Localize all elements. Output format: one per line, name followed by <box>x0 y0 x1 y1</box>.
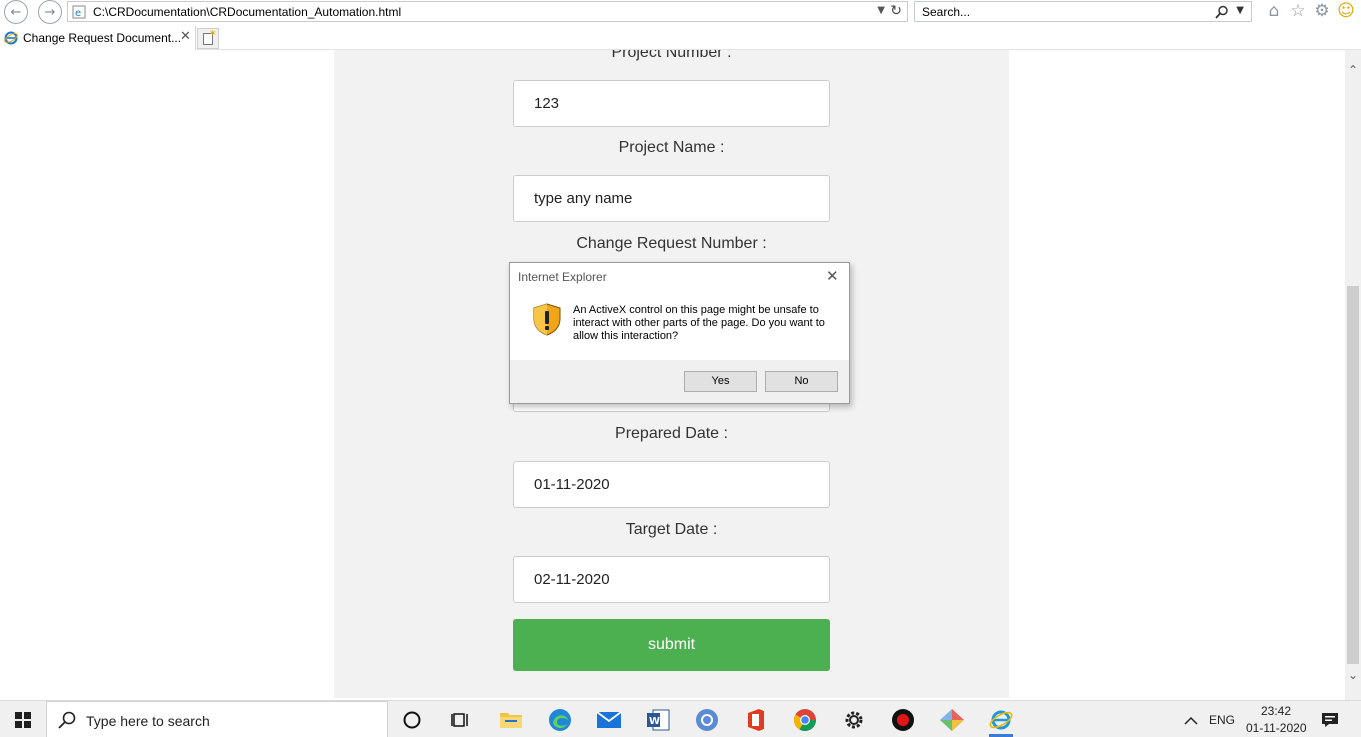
ie-logo-icon <box>4 31 18 45</box>
scroll-up-icon[interactable]: ⌃ <box>1345 63 1361 77</box>
taskbar-search[interactable]: Type here to search <box>46 701 388 737</box>
dialog-message: An ActiveX control on this page might be… <box>573 304 825 342</box>
favorites-star-icon[interactable]: ☆ <box>1287 0 1309 22</box>
mail-icon[interactable] <box>594 705 624 735</box>
language-indicator[interactable]: ENG <box>1209 713 1235 727</box>
warning-shield-icon <box>533 303 561 336</box>
project-name-input[interactable]: type any name <box>513 175 830 222</box>
browser-search-placeholder[interactable]: Search... <box>922 5 970 19</box>
scroll-thumb[interactable] <box>1347 286 1359 664</box>
dialog-titlebar: Internet Explorer ✕ <box>510 263 849 291</box>
taskbar-search-placeholder[interactable]: Type here to search <box>86 713 210 729</box>
recorder-icon[interactable] <box>888 705 918 735</box>
forward-icon[interactable]: → <box>38 0 62 24</box>
tab-bar: Change Request Document... ✕ ✶ <box>0 26 1361 50</box>
no-button[interactable]: No <box>765 371 838 392</box>
search-dropdown-icon[interactable]: ▼ <box>1236 5 1244 16</box>
new-tab-star-icon: ✶ <box>209 29 217 39</box>
cortana-icon[interactable] <box>397 705 427 735</box>
dialog-title: Internet Explorer <box>518 270 607 284</box>
word-icon[interactable]: W <box>643 705 673 735</box>
notifications-icon[interactable] <box>1315 705 1345 735</box>
prepared-date-label: Prepared Date : <box>615 425 728 442</box>
edge-browser-icon[interactable] <box>545 705 575 735</box>
vertical-scrollbar[interactable]: ⌃ ⌄ <box>1345 50 1361 700</box>
show-hidden-icons-chevron-icon[interactable] <box>1176 705 1206 735</box>
smiley-feedback-icon[interactable]: ☺ <box>1335 0 1357 22</box>
address-dropdown-icon[interactable]: ▼ <box>877 5 885 16</box>
scroll-down-icon[interactable]: ⌄ <box>1345 668 1361 682</box>
tab-change-request[interactable]: Change Request Document... ✕ <box>0 26 196 50</box>
new-tab-button[interactable]: ✶ <box>197 28 219 49</box>
settings-icon[interactable] <box>839 705 869 735</box>
clock-time[interactable]: 23:42 <box>1261 704 1291 718</box>
svg-text:W: W <box>649 716 660 727</box>
task-view-icon[interactable] <box>446 705 476 735</box>
home-icon[interactable]: ⌂ <box>1263 0 1285 22</box>
settings-gear-icon[interactable]: ⚙ <box>1311 0 1333 22</box>
target-date-label: Target Date : <box>625 521 718 538</box>
clock-date[interactable]: 01-11-2020 <box>1246 721 1307 735</box>
search-icon[interactable] <box>1215 5 1229 19</box>
submit-button[interactable]: submit <box>513 619 830 671</box>
close-icon[interactable]: ✕ <box>826 267 839 285</box>
address-bar[interactable]: e C:\CRDocumentation\CRDocumentation_Aut… <box>67 1 908 22</box>
file-explorer-icon[interactable] <box>496 705 526 735</box>
yes-button[interactable]: Yes <box>684 371 757 392</box>
refresh-icon[interactable]: ↻ <box>890 3 902 19</box>
screen: ← → e C:\CRDocumentation\CRDocumentation… <box>0 0 1361 737</box>
activex-warning-dialog: Internet Explorer ✕ An ActiveX control o… <box>509 262 850 404</box>
back-icon[interactable]: ← <box>4 0 28 24</box>
prepared-date-input[interactable]: 01-11-2020 <box>513 461 830 508</box>
taskbar: Type here to search W ENG 23:42 01-11-20… <box>0 700 1361 737</box>
chrome-variant-icon[interactable] <box>692 705 722 735</box>
dialog-body: An ActiveX control on this page might be… <box>510 291 849 360</box>
target-date-input[interactable]: 02-11-2020 <box>513 556 830 603</box>
chrome-icon[interactable] <box>790 705 820 735</box>
cr-number-label: Change Request Number : <box>576 235 767 252</box>
snipping-tool-icon[interactable] <box>937 705 967 735</box>
address-text[interactable]: C:\CRDocumentation\CRDocumentation_Autom… <box>93 5 401 19</box>
start-button[interactable] <box>0 701 46 737</box>
browser-search-box[interactable]: Search... ▼ <box>914 1 1252 22</box>
internet-explorer-icon[interactable] <box>986 705 1016 737</box>
close-tab-icon[interactable]: ✕ <box>180 29 191 44</box>
project-number-input[interactable]: 123 <box>513 80 830 127</box>
project-number-label: Project Number : <box>611 50 732 61</box>
office-icon[interactable] <box>741 705 771 735</box>
project-name-label: Project Name : <box>618 139 725 156</box>
windows-logo-icon <box>15 711 31 728</box>
tab-title[interactable]: Change Request Document... <box>23 31 181 45</box>
search-icon <box>58 711 76 729</box>
browser-toolbar: ← → e C:\CRDocumentation\CRDocumentation… <box>0 0 1361 24</box>
svg-text:e: e <box>75 8 81 19</box>
ie-page-icon: e <box>72 5 86 19</box>
